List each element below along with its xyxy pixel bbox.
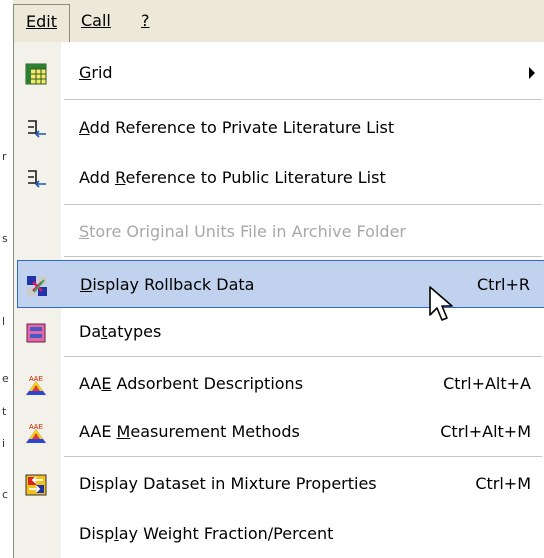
aae-icon: AAE [26,424,46,443]
menu-separator [64,204,542,205]
background-fragment: t [2,405,7,418]
background-fragment: l [2,315,6,328]
menu-item-shortcut: Ctrl+R [477,275,530,294]
menu-item-label: Datatypes [79,322,162,341]
menu-item-add-reference-public[interactable]: Add Reference to Public Literature List [17,154,544,202]
mouse-cursor-icon [429,286,453,321]
menu-item-display-dataset-mixture[interactable]: Display Dataset in Mixture Properties Ct… [17,460,544,508]
menu-item-store-original-units: Store Original Units File in Archive Fol… [17,208,544,256]
menu-item-grid[interactable]: Grid [17,49,544,97]
menu-item-shortcut: Ctrl+Alt+M [440,422,531,441]
menubar-edit-label: Edit [26,12,57,31]
menu-item-shortcut: Ctrl+M [475,474,531,493]
background-fragment: s [2,232,8,245]
menu-separator [64,256,542,257]
menu-item-aae-adsorbent-descriptions[interactable]: AAE AAE Adsorbent Descriptions Ctrl+Alt+… [17,360,544,408]
grid-icon [25,63,47,85]
rollback-data-icon [27,276,47,296]
background-fragment: i [2,437,6,450]
menu-separator [64,99,542,100]
menu-separator [64,356,542,357]
menu-item-label: AAE Adsorbent Descriptions [79,374,304,393]
aae-icon: AAE [26,376,46,395]
menu-item-shortcut: Ctrl+Alt+A [443,374,531,393]
background-fragment: e [2,372,9,385]
menu-bar: Edit Call ? [13,0,544,43]
menu-item-add-reference-private[interactable]: Add Reference to Private Literature List [17,104,544,152]
menubar-help[interactable]: ? [135,8,156,34]
menubar-call[interactable]: Call [75,8,117,34]
menu-separator [64,456,542,457]
menu-item-display-rollback-data[interactable]: Display Rollback Data Ctrl+R [17,260,544,308]
menu-item-label: Store Original Units File in Archive Fol… [79,222,406,241]
menubar-help-label: ? [141,11,150,30]
menu-item-label: AAE Measurement Methods [79,422,300,441]
background-fragment: c [2,488,9,501]
menu-item-datatypes[interactable]: Datatypes [17,308,544,356]
menu-item-label: Display Rollback Data [80,275,255,294]
add-reference-icon [28,170,46,188]
menubar-call-label: Call [81,11,111,30]
submenu-arrow-icon [529,67,535,79]
add-reference-icon [28,120,46,138]
mixture-properties-icon [25,474,47,496]
edit-dropdown-menu: Grid Add Reference to Private Literature… [13,42,544,558]
menu-item-display-weight-fraction[interactable]: Display Weight Fraction/Percent [17,510,544,558]
menu-item-label: Add Reference to Private Literature List [79,118,395,137]
datatypes-icon [26,323,46,343]
menu-item-label: Display Dataset in Mixture Properties [79,474,377,493]
menu-item-label: Add Reference to Public Literature List [79,168,386,187]
menubar-edit[interactable]: Edit [13,4,70,42]
menu-item-label: Display Weight Fraction/Percent [79,524,334,543]
menu-item-label: Grid [79,63,113,82]
menu-item-aae-measurement-methods[interactable]: AAE AAE Measurement Methods Ctrl+Alt+M [17,408,544,456]
background-fragment: r [2,150,7,163]
background-window-edge: r s l e t i c [0,0,13,558]
